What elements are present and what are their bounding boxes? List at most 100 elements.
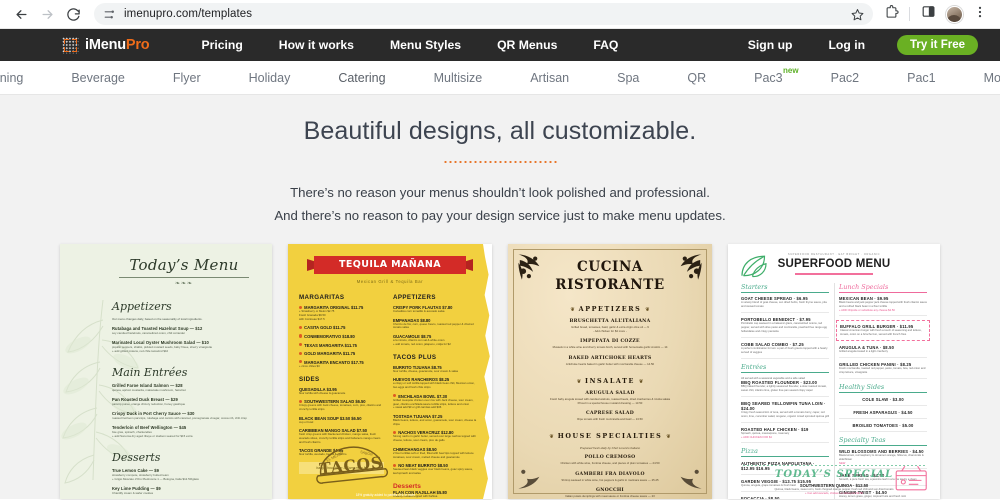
subnav-item-flyer[interactable]: Flyer: [149, 71, 225, 85]
menu-item: CAPRESE SALAD Ripe tomato with fresh mozz…: [524, 411, 696, 421]
menu-item: True Lemon Cake — $9 strawberry compote, …: [112, 468, 256, 481]
menu-item: TEXAS MARGARITA $11.75: [298, 343, 384, 348]
subnav-item-artisan[interactable]: Artisan: [506, 71, 593, 85]
main-navigation: iMenuPro Pricing How it works Menu Styles Q…: [0, 29, 1000, 69]
site-logo[interactable]: iMenuPro: [62, 36, 150, 54]
nav-right-group: Sign up Log in Try it Free: [730, 29, 1000, 61]
side-panel-button[interactable]: [916, 2, 940, 26]
spicy-dot-icon: [298, 351, 303, 355]
logo-wordmark: iMenuPro: [85, 37, 150, 53]
browser-menu-button[interactable]: [968, 2, 992, 26]
page-title: Beautiful designs, all customizable.: [303, 117, 697, 145]
logo-text-primary: iMenu: [85, 37, 126, 53]
menu-item-name: GOLD MARGARITA $11.75: [298, 351, 384, 356]
menu-item: GUACAMOLE $8.75 a la minuto, cilantro con…: [393, 334, 478, 347]
menu-kicker: SUPERFOOD RESTAURANT · EAT BRIGHT · ORGA…: [787, 253, 881, 256]
template-card-superfood-menu[interactable]: SUPERFOOD RESTAURANT · EAT BRIGHT · ORGA…: [728, 244, 940, 499]
subnav-item-pac1[interactable]: Pac1: [883, 71, 960, 85]
extensions-button[interactable]: [879, 2, 903, 26]
section-rule: [741, 291, 830, 293]
nav-link-menu-styles[interactable]: Menu Styles: [372, 29, 479, 61]
subnav-item-dining[interactable]: Dining: [0, 71, 47, 85]
section-ornament-icon: ❦: [666, 434, 671, 441]
subnav-item-spa[interactable]: Spa: [593, 71, 663, 85]
subnav-item-pac2[interactable]: Pac2: [807, 71, 884, 85]
menu-item: MARGARITA ENCANTO $17.75 + cinco chiles $…: [298, 360, 384, 369]
menu-section-heading: Entrées: [741, 362, 767, 371]
menu-section-heading: Desserts: [393, 482, 421, 490]
reload-button[interactable]: [60, 1, 86, 27]
menu-section-heading: ❦ HOUSE SPECIALTIES ❦: [549, 432, 671, 441]
spicy-dot-icon: [393, 394, 397, 398]
menu-item: COLE SLAW · $3.00: [839, 397, 928, 406]
hero-subtitle-line1: There’s no reason your menus shouldn’t l…: [290, 185, 710, 200]
menu-item-desc: + cinco chiles $3: [298, 363, 320, 368]
address-bar[interactable]: imenupro.com/templates: [94, 3, 873, 25]
menu-item: BLACK BEAN SOUP $3.50 $6.50 cup or bowl: [299, 416, 384, 425]
menu-item: Rutabaga and Toasted Hazelnut Soup — $12…: [112, 326, 256, 335]
spicy-dot-icon: [298, 334, 303, 338]
menu-item-desc: A velvety blend of goat cheese, sun drie…: [741, 301, 827, 309]
menu-title: CUCINA RISTORANTE: [524, 258, 696, 294]
subnav-item-more[interactable]: More: [960, 71, 1000, 85]
menu-item: ARUGULA SALAD Fresh baby arugula tossed w…: [524, 391, 696, 405]
section-ornament-icon: ❦: [549, 434, 554, 441]
try-it-free-button[interactable]: Try it Free: [897, 35, 978, 55]
menu-title: Today’s Menu: [129, 256, 239, 274]
menu-item: GAMBERI FRA DIAVOLO Shrimp sauteed in whi…: [524, 472, 696, 482]
menu-item-desc: Sauteed lean black veggies over black be…: [393, 467, 473, 476]
subnav-item-qr[interactable]: QR: [663, 71, 730, 85]
menu-item: GOAT CHEESE SPREAD · $6.95 A velvety blen…: [741, 296, 830, 314]
title-rule: [118, 277, 249, 278]
profile-button[interactable]: [942, 2, 966, 26]
menu-item: MARGARITA ORIGINAL $11.75 + Strawberry or…: [298, 305, 384, 322]
subnav-item-label: Pac3: [754, 70, 783, 85]
subnav-item-holiday[interactable]: Holiday: [225, 71, 315, 85]
subnav-item-multisize[interactable]: Multisize: [410, 71, 507, 85]
nav-link-how-it-works[interactable]: How it works: [261, 29, 372, 61]
menu-title-line1: CUCINA: [577, 259, 643, 275]
menu-section-heading: Specialty Teas: [839, 435, 886, 444]
menu-item-desc: Fresh mozzarella, roasted red pepper, pe…: [839, 366, 926, 374]
menu-item: BUFFALO GRILL BURGER · $11.95 Classic Ame…: [836, 320, 931, 342]
menu-item: Tenderloin of Beef Wellington — $45 foie …: [112, 425, 256, 438]
subnav-item-label: More: [983, 70, 1000, 85]
menu-item: Grilled Faroe Island Salmon — $28 quinoa,…: [112, 383, 256, 392]
menu-item-name: BBQ SEARED YELLOWFIN TUNA LOIN · $24.00: [741, 401, 826, 412]
subnav-item-pac3[interactable]: Pac3 new: [730, 66, 807, 85]
menu-item-desc: strawberry compote, strawberry buttercre…: [112, 472, 199, 482]
back-button[interactable]: [8, 1, 34, 27]
subnav-item-catering[interactable]: Catering: [314, 71, 409, 85]
menu-item: BROILED TOMATOES · $5.00: [839, 423, 928, 432]
menu-item: GNOCCHI Italian potato dumplings with mea…: [524, 488, 696, 498]
menu-item: BURRITO TIJUANA $8.75 flour tortilla, che…: [393, 365, 478, 374]
menu-item: GOLD MARGARITA $11.75: [298, 351, 384, 356]
site-settings-icon[interactable]: [103, 8, 116, 21]
menu-item: ARUGULA & TUNA · $8.50 Grilled arugula to…: [839, 345, 928, 358]
menu-item-desc: Grilled mesquite chicken over rice with …: [393, 397, 474, 410]
template-card-tequila-manana[interactable]: TEQUILA MAÑANA Mexican Grill & Tequila B…: [287, 244, 492, 499]
template-card-todays-menu[interactable]: Today’s Menu ❧❧❧ Appetizers Our menu chan…: [60, 244, 272, 499]
subnav-item-beverage[interactable]: Beverage: [47, 71, 149, 85]
nav-signup[interactable]: Sign up: [730, 29, 811, 61]
menu-item-name: POLLO CREMOSO: [584, 455, 636, 461]
menu-item-desc: Portobello cap sauteed in a balsamic gla…: [741, 322, 827, 334]
nav-link-faq[interactable]: FAQ: [575, 29, 636, 61]
menu-item-desc: Chorizo de flor, corn, queso fresco, roa…: [393, 321, 474, 330]
menu-section-heading: MARGARITAS: [298, 294, 345, 301]
menu-item-name: BRUSCHETTA ALL’ITALIANA: [569, 319, 651, 324]
menu-item: BBQ ROASTED FLOUNDER · $23.00 BBQ baked f…: [741, 380, 830, 398]
subnav-item-label: Dining: [0, 70, 24, 85]
star-icon[interactable]: [851, 8, 864, 21]
nav-link-pricing[interactable]: Pricing: [183, 29, 260, 61]
nav-link-qr-menus[interactable]: QR Menus: [479, 29, 575, 61]
menu-section-heading: Starters: [741, 282, 768, 291]
forward-button[interactable]: [34, 1, 60, 27]
menu-item: Pan Roasted Duck Breast — $29 parsnip pur…: [112, 397, 256, 406]
menu-item: SOUTHWESTERN SALAD $6.50 Crispy greens wi…: [298, 399, 384, 412]
nav-login[interactable]: Log in: [810, 29, 883, 61]
subnav-item-label: Spa: [617, 70, 640, 85]
subnav-item-label: Artisan: [530, 70, 570, 85]
title-ornament: ❧❧❧: [174, 281, 194, 287]
template-card-cucina-ristorante[interactable]: CUCINA RISTORANTE ❦ APPETIZERS ❦ BRUSCHETTA…: [508, 244, 713, 499]
